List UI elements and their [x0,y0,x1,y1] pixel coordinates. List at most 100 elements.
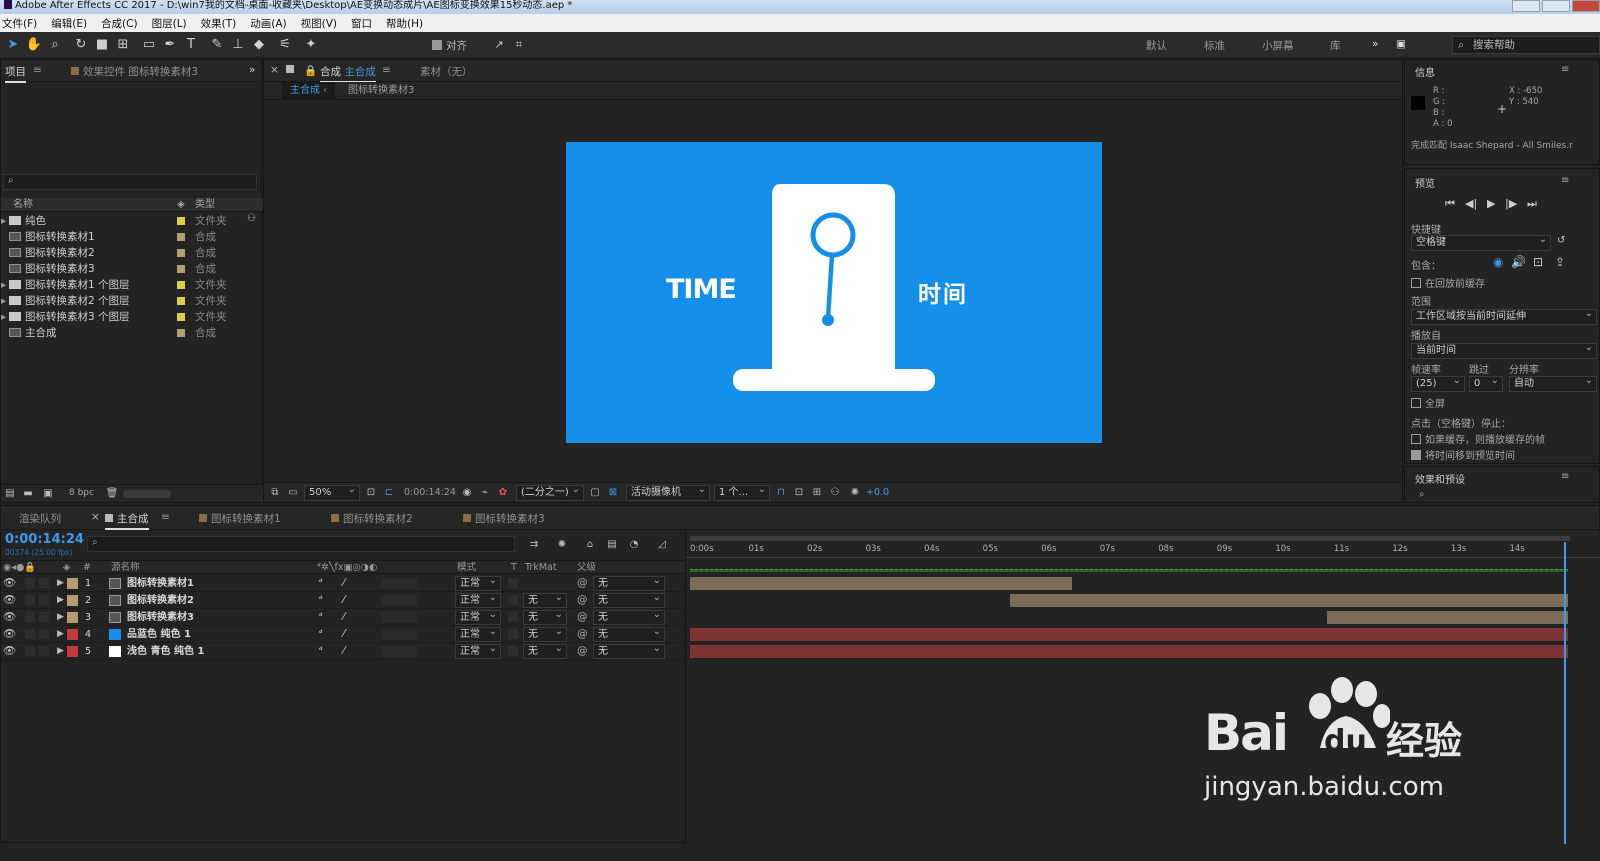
lock-icon[interactable]: 🔒 [304,64,317,77]
transparency-grid-icon[interactable]: ⊠ [606,486,620,500]
time-navigator[interactable] [690,536,1570,541]
rectangle-tool-icon[interactable]: ▭ [140,36,158,54]
project-item[interactable]: 图标转换素材3 合成 [1,261,263,277]
align-checkbox[interactable] [432,40,442,50]
shortcut-dropdown[interactable]: 空格键 [1411,235,1551,251]
tab-comp-3[interactable]: 图标转换素材3 [463,511,545,526]
cache-frames-option[interactable]: 如果缓存，则播放缓存的帧 [1411,431,1545,446]
quality-switch-icon[interactable]: ⁄ [343,575,345,592]
col-trkmat[interactable]: TrkMat [525,561,557,574]
layer-row[interactable]: 👁 ▶ 1 图标转换素材1 ᒄ ⁄ 正常 @ 无 [1,575,685,592]
layer-switch-boxes[interactable] [381,646,417,657]
quality-switch-icon[interactable]: ⁄ [343,609,345,626]
panel-menu-icon[interactable]: ≡ [382,64,391,76]
previous-frame-icon[interactable]: ◀| [1465,197,1477,210]
label-color-chip[interactable] [177,281,185,289]
label-color-chip[interactable] [177,249,185,257]
brush-tool-icon[interactable]: ✎ [208,36,226,54]
cache-frames-checkbox[interactable] [1411,434,1421,444]
views-dropdown[interactable]: 1 个... [714,485,770,501]
layer-label-color[interactable] [67,595,78,606]
workspace-overflow-icon[interactable]: » [1372,38,1378,50]
mask-visibility-icon[interactable]: ⊏ [382,486,396,500]
label-color-chip[interactable] [177,233,185,241]
layer-switch-boxes[interactable] [381,629,417,640]
col-mode[interactable]: 模式 [457,561,476,574]
label-color-chip[interactable] [177,297,185,305]
cache-before-checkbox[interactable] [1411,278,1421,288]
panel-menu-icon[interactable]: ≡ [1561,175,1569,186]
panel-menu-icon[interactable]: ≡ [33,64,42,76]
camera-dropdown[interactable]: 活动摄像机 [626,485,710,501]
project-item[interactable]: ▸ 图标转换素材3 个图层 文件夹 [1,309,263,325]
cache-before-option[interactable]: 在回放前缓存 [1411,275,1485,290]
layer-row[interactable]: 👁 ▶ 3 图标转换素材3 ᒄ ⁄ 正常 无 @ 无 [1,609,685,626]
close-button[interactable] [1572,0,1600,12]
expand-icon[interactable]: ▶ [57,609,64,626]
layer-label-color[interactable] [67,578,78,589]
tab-main-comp[interactable]: 主合成 [105,511,149,530]
preserve-transparency-toggle[interactable] [508,595,518,605]
tab-effect-controls[interactable]: 效果控件 图标转换素材3 [71,64,198,79]
always-preview-icon[interactable]: ⧉ [268,486,282,500]
blend-mode-dropdown[interactable]: 正常 [455,593,501,608]
project-item[interactable]: ▸ 图标转换素材1 个图层 文件夹 [1,277,263,293]
shy-switch-icon[interactable]: ᒄ [319,626,323,643]
workspace-standard[interactable]: 标准 [1204,38,1225,53]
flowchart-icon[interactable]: ⚇ [247,213,256,224]
skip-dropdown[interactable]: 0 [1469,376,1503,392]
menu-composition[interactable]: 合成(C) [101,16,138,31]
comp-mini-flowchart-icon[interactable]: ⇉ [527,538,541,552]
interpret-footage-icon[interactable]: ▤ [3,487,17,501]
label-column-icon[interactable]: ◈ [63,561,70,574]
move-time-checkbox[interactable] [1411,450,1421,460]
motion-blur-icon[interactable]: ◔ [627,538,641,552]
layer-label-color[interactable] [67,612,78,623]
expand-icon[interactable]: ▸ [1,277,6,293]
flowchart-icon[interactable]: ⚇ [828,486,842,500]
minimize-button[interactable] [1512,0,1540,12]
project-search-input[interactable]: ⌕ [3,174,257,190]
pick-whip-icon[interactable]: @ [577,643,588,660]
new-comp-icon[interactable]: ▣ [41,487,55,501]
trkmat-dropdown[interactable]: 无 [523,610,567,625]
layer-name[interactable]: 图标转换素材1 [127,575,194,592]
eye-visibility-icon[interactable]: 👁 [3,643,16,660]
audio-toggle[interactable] [25,578,35,588]
solo-toggle[interactable] [39,629,49,639]
tab-footage[interactable]: 素材（无） [420,64,473,79]
include-video-icon[interactable]: ◉ [1493,255,1503,269]
shy-switch-icon[interactable]: ᒄ [319,609,323,626]
trkmat-dropdown[interactable]: 无 [523,644,567,659]
expand-icon[interactable]: ▸ [1,309,6,325]
timeline-icon[interactable]: ⊞ [810,486,824,500]
new-folder-icon[interactable]: ▬ [21,487,35,501]
resolution-dropdown[interactable]: (二分之一) [516,485,584,501]
fast-previews-icon[interactable]: ⊡ [792,486,806,500]
expand-icon[interactable]: ▶ [57,592,64,609]
exposure-value[interactable]: +0.0 [866,487,889,498]
toggle-pixel-aspect-icon[interactable]: ⊓ [774,486,788,500]
shy-switch-icon[interactable]: ᒄ [319,643,323,660]
breadcrumb-main-comp[interactable]: 主合成 ‹ [282,82,336,100]
layer-label-color[interactable] [67,646,78,657]
layer-name[interactable]: 图标转换素材2 [127,592,194,609]
composition-canvas[interactable]: TIME 时间 [566,142,1102,443]
frame-blending-icon[interactable]: ▤ [605,538,619,552]
shy-switch-icon[interactable]: ᒄ [319,592,323,609]
workspace-libraries[interactable]: 库 [1330,38,1341,53]
expand-icon[interactable]: ▸ [1,293,6,309]
timeline-search-input[interactable]: ⌕ [87,536,515,552]
type-tool-icon[interactable]: T [182,36,200,54]
preserve-transparency-toggle[interactable] [508,612,518,622]
layer-duration-bar[interactable] [1326,611,1568,624]
zoom-tool-icon[interactable]: ⌕ [46,36,64,54]
menu-animation[interactable]: 动画(A) [250,16,286,31]
workspace-default[interactable]: 默认 [1146,38,1167,53]
hand-tool-icon[interactable]: ✋ [25,36,43,54]
tab-project[interactable]: 项目 [5,64,26,83]
tab-comp-2[interactable]: 图标转换素材2 [331,511,413,526]
trkmat-dropdown[interactable]: 无 [523,593,567,608]
panel-overflow-icon[interactable]: » [249,64,255,76]
label-color-chip[interactable] [177,329,185,337]
